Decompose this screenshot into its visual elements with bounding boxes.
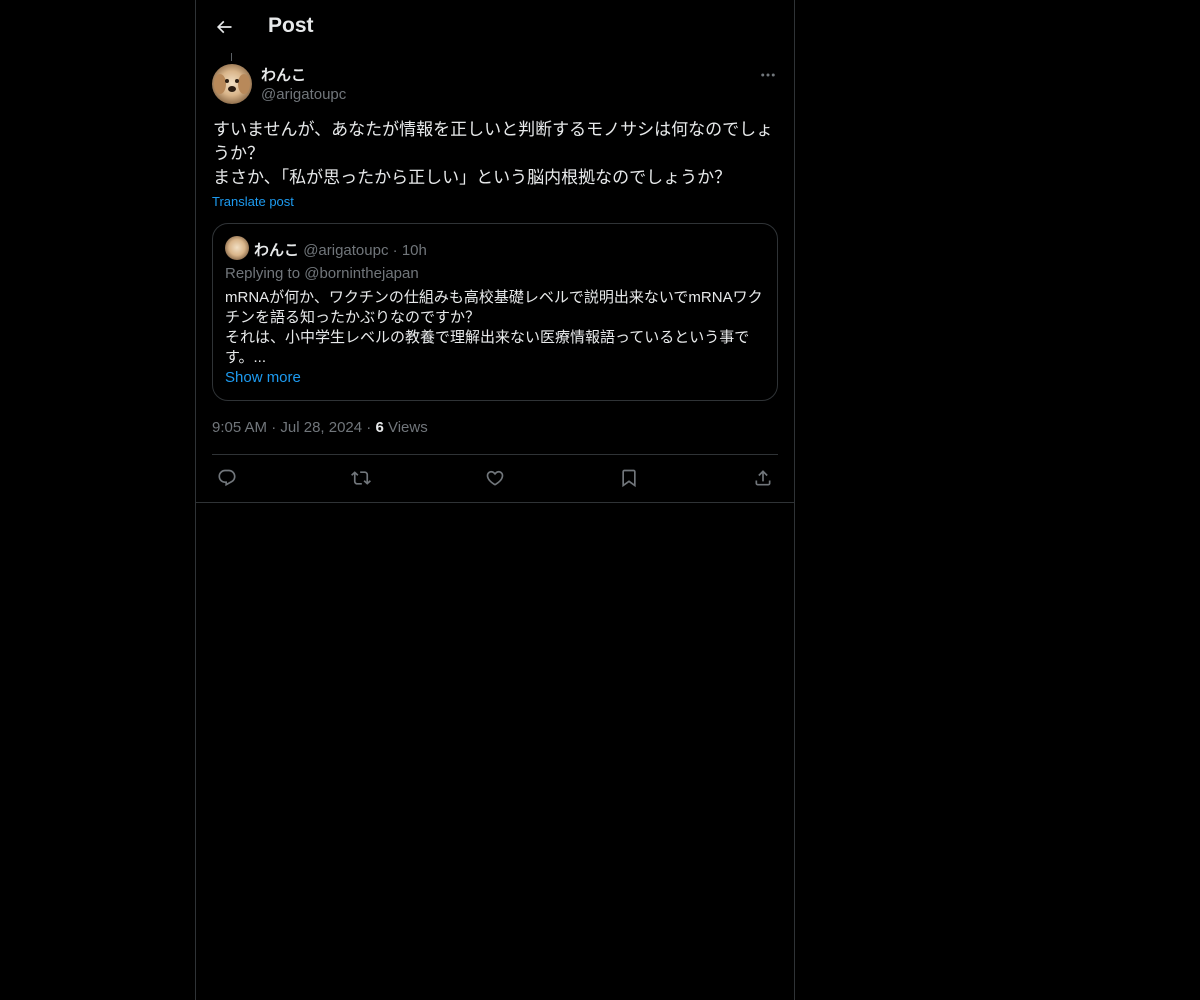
post-meta: 9:05 AM · Jul 28, 2024 · 6 Views: [212, 419, 428, 436]
quote-replying-to: Replying to @borninthejapan: [225, 265, 419, 282]
post-date[interactable]: Jul 28, 2024: [280, 419, 362, 436]
share-button[interactable]: [748, 464, 778, 492]
post-detail-column: Post わんこ @arigatoupc すいませんが、あなたが情報を正しいと判…: [195, 0, 795, 1000]
translate-post-link[interactable]: Translate post: [212, 194, 294, 209]
thread-connector-line: [231, 53, 232, 61]
post-text: すいませんが、あなたが情報を正しいと判断するモノサシは何なのでしょうか？ まさか…: [213, 120, 774, 187]
like-button[interactable]: [480, 464, 510, 492]
quote-timestamp: 10h: [401, 242, 427, 259]
quote-text: mRNAが何か、ワクチンの仕組みも高校基礎レベルで説明出来ないでmRNAワクチン…: [225, 289, 763, 366]
quote-author-handle: @arigatoupc: [303, 242, 389, 259]
heart-icon: [485, 468, 505, 488]
bookmark-button[interactable]: [614, 464, 644, 492]
bookmark-icon: [619, 468, 639, 488]
repost-icon: [351, 468, 371, 488]
page-title: Post: [268, 14, 314, 37]
views-count: 6: [375, 419, 384, 436]
divider: [212, 454, 778, 455]
quote-header: わんこ @arigatoupc · 10h: [254, 239, 427, 260]
quote-avatar: [225, 236, 249, 260]
reply-button[interactable]: [212, 464, 242, 492]
top-bar: Post: [196, 0, 794, 53]
author-name[interactable]: わんこ: [261, 64, 306, 85]
divider: [196, 502, 794, 503]
views-label: Views: [387, 419, 428, 436]
more-horizontal-icon: [759, 66, 777, 84]
more-options-button[interactable]: [756, 64, 780, 86]
share-icon: [753, 468, 773, 488]
meta-separator: ·: [366, 419, 372, 436]
meta-separator: ·: [271, 419, 277, 436]
quoted-post-card[interactable]: わんこ @arigatoupc · 10h Replying to @borni…: [212, 223, 778, 401]
arrow-left-icon: [214, 17, 234, 37]
quote-separator: ·: [392, 242, 398, 259]
back-button[interactable]: [208, 10, 240, 44]
author-handle[interactable]: @arigatoupc: [261, 86, 346, 103]
quote-author-name: わんこ: [254, 242, 300, 259]
post-time[interactable]: 9:05 AM: [212, 419, 267, 436]
action-bar: [212, 464, 778, 492]
repost-button[interactable]: [346, 464, 376, 492]
avatar[interactable]: [212, 64, 252, 104]
show-more-link[interactable]: Show more: [225, 369, 301, 386]
reply-icon: [217, 468, 237, 488]
